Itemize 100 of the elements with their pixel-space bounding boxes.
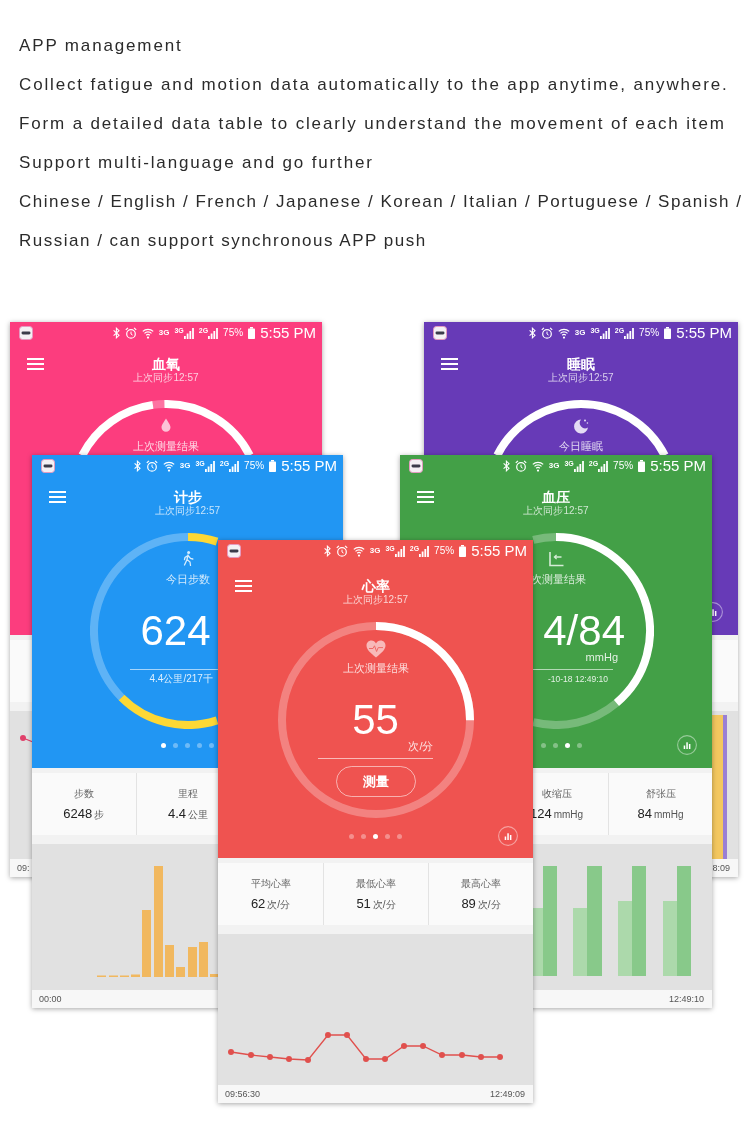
- chart-bar: [210, 974, 218, 977]
- battery-icon: [638, 460, 646, 472]
- chart-point: [420, 1043, 426, 1049]
- stat-unit: 次/分: [372, 899, 396, 911]
- moon-icon: [573, 418, 589, 434]
- app-icon[interactable]: [409, 459, 423, 473]
- ring-label: 今日步数: [165, 573, 210, 585]
- stat-unit: mmHg: [654, 809, 684, 821]
- chart-point: [286, 1056, 292, 1062]
- stat-value: 6248: [63, 806, 93, 822]
- battery-icon: [248, 327, 256, 339]
- battery-icon: [459, 545, 467, 557]
- chart-bar: [131, 974, 140, 977]
- sync-time: 上次同步12:57: [133, 372, 199, 384]
- network-type: 3G: [548, 461, 560, 470]
- wifi-icon: [531, 460, 544, 472]
- alarm-clock-icon: [335, 545, 348, 557]
- stat-value: 89: [461, 896, 476, 912]
- menu-icon[interactable]: [49, 491, 66, 503]
- battery-percent: 75%: [223, 327, 244, 339]
- sync-time: 上次同步12:57: [343, 594, 408, 606]
- app-icon[interactable]: [227, 544, 241, 558]
- signal-icon: [419, 545, 430, 557]
- chart-point: [497, 1054, 503, 1060]
- app-icon[interactable]: [433, 326, 447, 340]
- stat-label: 平均心率: [250, 877, 291, 891]
- chart-point: [344, 1032, 350, 1038]
- feature-line: Form a detailed data table to clearly understand the movement of each item: [19, 113, 726, 135]
- ring-label: 上次测量结果: [133, 440, 199, 452]
- chart-bar: [165, 945, 174, 977]
- page-title: 血压: [542, 489, 570, 505]
- battery-percent: 75%: [434, 545, 455, 557]
- battery-percent: 75%: [244, 460, 265, 472]
- stat-label: 最低心率: [356, 877, 396, 891]
- chart-bar: [142, 910, 151, 977]
- network-type: 3G: [369, 546, 381, 555]
- chart-bar: [199, 942, 208, 977]
- page-title: 睡眠: [567, 356, 595, 372]
- chart-point: [325, 1032, 331, 1038]
- menu-icon[interactable]: [27, 358, 44, 370]
- signal-icon: [208, 327, 219, 339]
- bar-chart-icon[interactable]: [712, 602, 723, 622]
- stat-label: 最高心率: [461, 877, 501, 891]
- status-time: 5:55 PM: [281, 457, 337, 475]
- page-title: 计步: [173, 489, 202, 505]
- stat-label: 收缩压: [541, 787, 572, 801]
- menu-icon[interactable]: [417, 491, 434, 503]
- battery-percent: 75%: [613, 460, 634, 472]
- app-icon[interactable]: [19, 326, 33, 340]
- chart-point: [305, 1057, 311, 1063]
- chart-start-time: 09:56:30: [225, 1089, 261, 1099]
- signal-icon: [183, 327, 194, 339]
- bluetooth-icon: [502, 460, 510, 472]
- chart-bar: [188, 947, 197, 977]
- network-type: 3G: [574, 328, 586, 337]
- chart-end-time: 12:49:10: [668, 994, 704, 1004]
- stat-unit: 步: [94, 809, 105, 821]
- bluetooth-icon: [133, 460, 141, 472]
- drop-icon: [161, 418, 171, 432]
- ring-value: 55: [352, 701, 399, 739]
- bluetooth-icon: [112, 327, 120, 339]
- alarm-clock-icon: [145, 460, 158, 472]
- chart-point: [267, 1054, 273, 1060]
- sync-time: 上次同步12:57: [548, 372, 614, 384]
- chart-start-time: 09:: [17, 863, 30, 873]
- language-list: Chinese / English / French / Japanese / Korean / Italian / Portuguese / Spanish / Russian / can support synchronous APP push: [19, 182, 750, 260]
- sync-time: 上次同步12:57: [523, 505, 589, 517]
- ring-label: 今日睡眠: [559, 440, 603, 452]
- signal-icon: [229, 460, 240, 472]
- stat-value: 84: [637, 806, 652, 822]
- ring-unit: mmHg: [585, 651, 618, 663]
- chart-point: [401, 1043, 407, 1049]
- menu-icon[interactable]: [235, 580, 252, 592]
- battery-icon: [269, 460, 277, 472]
- ring-value: 4/84: [543, 612, 625, 650]
- ring-value: 624: [140, 612, 211, 650]
- chart-point: [20, 735, 26, 741]
- stat-value: 4.4: [167, 806, 187, 822]
- stat-unit: 次/分: [477, 899, 501, 911]
- chart-point: [459, 1052, 465, 1058]
- wifi-icon: [162, 460, 175, 472]
- alarm-clock-icon: [540, 327, 553, 339]
- signal-icon: [573, 460, 584, 472]
- app-icon[interactable]: [41, 459, 55, 473]
- chart-end-time: 12:49:09: [489, 1089, 525, 1099]
- signal-icon: [599, 327, 610, 339]
- sync-time: 上次同步12:57: [155, 505, 220, 517]
- chart-start-time: 00:00: [39, 994, 62, 1004]
- chart-point: [363, 1056, 369, 1062]
- feature-line: Support multi-language and go further: [19, 152, 374, 174]
- stat-unit: 次/分: [267, 899, 291, 911]
- wifi-icon: [557, 327, 570, 339]
- chart-bar: [176, 967, 185, 977]
- corner-arrow-icon: [548, 551, 564, 567]
- status-time: 5:55 PM: [260, 324, 316, 342]
- wifi-icon: [352, 545, 365, 557]
- menu-icon[interactable]: [441, 358, 458, 370]
- bluetooth-icon: [323, 545, 331, 557]
- signal-icon: [204, 460, 215, 472]
- stat-value: 51: [356, 896, 371, 912]
